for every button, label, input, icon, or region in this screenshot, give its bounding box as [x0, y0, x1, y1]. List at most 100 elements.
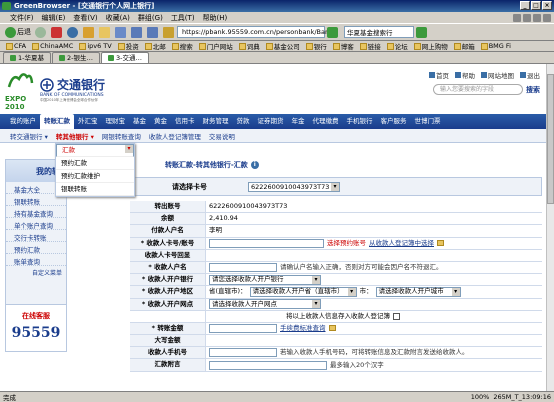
home-icon[interactable] [543, 13, 551, 22]
link-logout[interactable]: 退出 [520, 70, 540, 80]
menu-edit[interactable]: 编辑(E) [38, 13, 70, 23]
fav-item[interactable]: 邮箱 [451, 41, 478, 51]
search-engine-box[interactable]: 华夏基金搜索行 [344, 26, 414, 38]
subnav-other-bank[interactable]: 转其他银行 ▾ [52, 131, 98, 141]
fav-item[interactable]: ChinaAMC [29, 42, 76, 50]
nav-mobile[interactable]: 手机银行 [343, 114, 377, 129]
menu-view[interactable]: 查看(V) [69, 13, 101, 23]
sidebar-item[interactable]: 交行卡转账 [6, 230, 66, 242]
home-button[interactable] [81, 25, 97, 40]
nav-transfer[interactable]: 转账汇款 [40, 114, 74, 129]
amount-input[interactable] [209, 323, 277, 333]
custom-menu-link[interactable]: 自定义菜单 [6, 266, 66, 277]
browser-tab-3[interactable]: 3-交通… [100, 52, 149, 63]
payee-mobile-input[interactable] [209, 348, 277, 358]
fav-item[interactable]: 网上购物 [411, 41, 451, 51]
fav-item[interactable]: ipv6 TV [76, 42, 114, 50]
sidebar-item[interactable]: 单个账户查询 [6, 218, 66, 230]
nav-forex[interactable]: 外汇宝 [74, 114, 102, 129]
fav-item[interactable]: 门户网站 [196, 41, 236, 51]
undo-button[interactable] [129, 25, 145, 40]
scrollbar-thumb[interactable] [547, 74, 554, 204]
online-service-banner[interactable]: 在线客服 95559 [5, 304, 67, 352]
menu-tools[interactable]: 工具(T) [167, 13, 199, 23]
go-button[interactable] [325, 25, 341, 40]
sidebar-item[interactable]: 账单查询 [6, 254, 66, 266]
fav-item[interactable]: 基金公司 [263, 41, 303, 51]
subnav-instructions[interactable]: 交易说明 [205, 131, 239, 141]
address-bar[interactable]: https://pbank.95559.com.cn/personbank/Ba… [177, 26, 333, 38]
payee-bank-select[interactable]: 请您选择收款人开户银行 [209, 274, 321, 285]
minimize-button[interactable]: _ [520, 1, 530, 10]
dropdown-item-remit[interactable]: 汇款 [56, 144, 134, 157]
payee-account-input[interactable] [209, 238, 324, 248]
nav-expo-tickets[interactable]: 世博门票 [411, 114, 445, 129]
refresh-icon[interactable] [523, 13, 531, 22]
dropdown-item-unionpay[interactable]: 银联转账 [56, 183, 134, 196]
payee-branch-select[interactable]: 请选择收款人开户网点 [209, 299, 321, 310]
link-home[interactable]: 首页 [429, 70, 449, 80]
browser-tab-2[interactable]: 2-银生… [51, 52, 100, 63]
fav-item[interactable]: 搜索 [169, 41, 196, 51]
nav-my-account[interactable]: 我的账户 [6, 114, 40, 129]
bank-logo[interactable]: 交通银行 BANK OF COMMUNICATIONS 中国2010年上海世博会… [40, 76, 150, 102]
subnav-payee-book[interactable]: 收款人登记簿管理 [145, 131, 205, 141]
nav-credit-card[interactable]: 信用卡 [171, 114, 199, 129]
redo-button[interactable] [145, 25, 161, 40]
subnav-transfer-query[interactable]: 网银转账查询 [98, 131, 145, 141]
payee-name-input[interactable] [209, 263, 277, 273]
menu-groups[interactable]: 群组(G) [134, 13, 167, 23]
nav-gold[interactable]: 黄金 [150, 114, 171, 129]
fav-item[interactable]: 北邮 [142, 41, 169, 51]
fav-item[interactable]: 论坛 [384, 41, 411, 51]
site-search-input[interactable]: 输入您要搜索的字段 [433, 84, 523, 95]
nav-funds[interactable]: 基金 [129, 114, 150, 129]
select-from-payee-book-link[interactable]: 从收款人登记簿中选择 [369, 238, 434, 249]
sidebar-item[interactable]: 预约汇款 [6, 242, 66, 254]
browser-tab-1[interactable]: 1-华夏基 [3, 52, 51, 63]
fav-item[interactable]: 投资 [115, 41, 142, 51]
lock-button[interactable] [161, 25, 177, 40]
nav-wealth[interactable]: 理财宝 [102, 114, 130, 129]
dropdown-item-scheduled-maint[interactable]: 预约汇款维护 [56, 170, 134, 183]
stop-button[interactable] [49, 25, 65, 40]
fee-standard-link[interactable]: 手续费标准查询 [280, 323, 326, 334]
subnav-bocom-transfer[interactable]: 转交通银行 ▾ [6, 131, 52, 141]
site-search-button[interactable]: 搜索 [526, 85, 540, 95]
nav-loans[interactable]: 贷款 [233, 114, 254, 129]
maximize-button[interactable]: □ [531, 1, 541, 10]
stop-icon[interactable] [533, 13, 541, 22]
search-go-button[interactable] [414, 25, 430, 40]
nav-annuity[interactable]: 年金 [288, 114, 309, 129]
payee-book-icon[interactable] [437, 240, 444, 247]
dropdown-item-scheduled[interactable]: 预约汇款 [56, 157, 134, 170]
link-help[interactable]: 帮助 [455, 70, 475, 80]
remark-input[interactable] [209, 360, 327, 370]
fav-item[interactable]: 银行 [303, 41, 330, 51]
history-button[interactable] [113, 25, 129, 40]
menu-file[interactable]: 文件(F) [6, 13, 38, 23]
nav-service[interactable]: 客户服务 [377, 114, 411, 129]
card-select[interactable]: 6222600910043973T73 [248, 181, 340, 192]
settings-icon[interactable] [513, 13, 521, 22]
fav-item[interactable]: 链接 [357, 41, 384, 51]
city-select[interactable]: 请选择收款人开户城市 [375, 286, 461, 297]
province-select[interactable]: 请选择收款人开户省（直辖市） [249, 286, 357, 297]
nav-bill-pay[interactable]: 代理缴费 [309, 114, 343, 129]
sidebar-item[interactable]: 持有基金查询 [6, 206, 66, 218]
fav-item[interactable]: 词典 [236, 41, 263, 51]
info-icon[interactable]: i [250, 161, 259, 169]
nav-finance[interactable]: 财务管理 [199, 114, 233, 129]
refresh-button[interactable] [65, 25, 81, 40]
vertical-scrollbar[interactable] [546, 64, 554, 391]
menu-favorites[interactable]: 收藏(A) [102, 13, 134, 23]
menu-help[interactable]: 帮助(H) [199, 13, 232, 23]
fav-item[interactable]: 博客 [330, 41, 357, 51]
back-button[interactable]: 后退 [3, 25, 33, 40]
zoom-level[interactable]: 100% [471, 393, 490, 401]
fee-info-icon[interactable] [328, 325, 336, 332]
link-sitemap[interactable]: 网站地图 [481, 70, 514, 80]
forward-button[interactable] [33, 25, 49, 40]
close-button[interactable]: × [542, 1, 552, 10]
save-payee-checkbox[interactable] [393, 312, 400, 320]
